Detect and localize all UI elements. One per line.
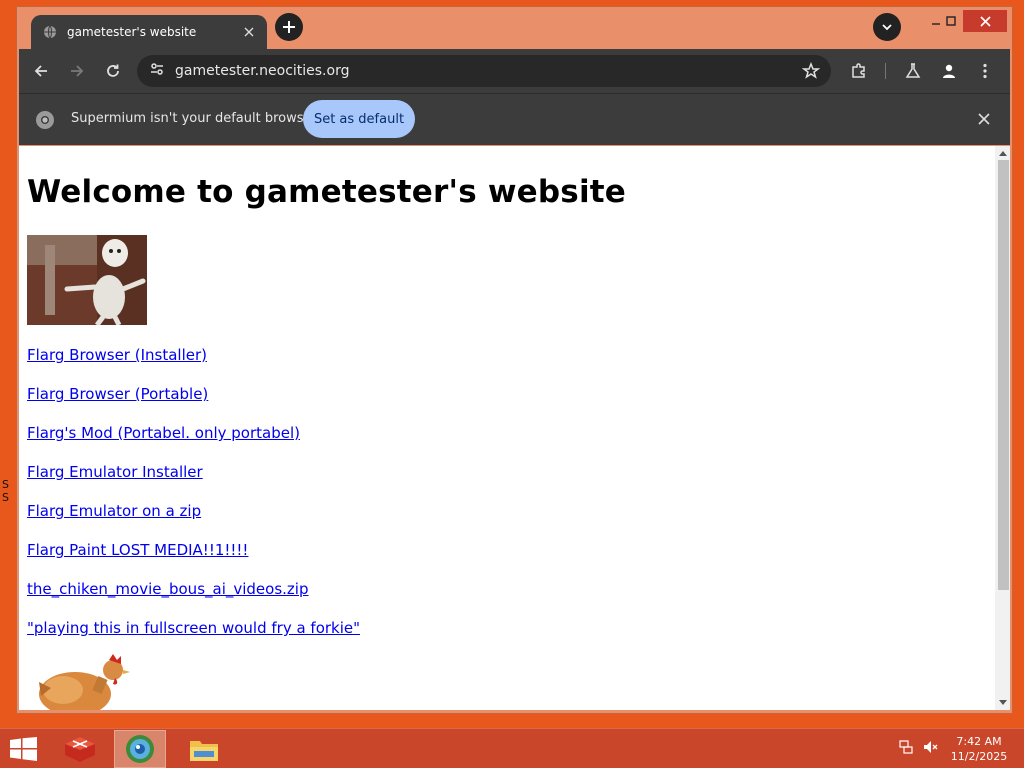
- reload-button[interactable]: [101, 59, 125, 83]
- taskbar-app-browser[interactable]: [114, 730, 166, 768]
- red-cube-icon: [65, 737, 95, 762]
- desktop-edge-text: S S: [2, 478, 9, 504]
- desktop-edge-char: S: [2, 491, 9, 504]
- set-as-default-button[interactable]: Set as default: [303, 100, 415, 138]
- taskbar-clock[interactable]: 7:42 AM 11/2/2025: [944, 734, 1014, 764]
- start-button[interactable]: [10, 737, 38, 761]
- taskbar-app-red-cube[interactable]: [54, 730, 106, 768]
- clock-date: 11/2/2025: [950, 750, 1008, 763]
- download-links: Flarg Browser (Installer) Flarg Browser …: [27, 346, 987, 658]
- link-flarg-paint[interactable]: Flarg Paint LOST MEDIA!!1!!!!: [27, 541, 987, 580]
- tab-close-icon[interactable]: [241, 24, 257, 40]
- profile-button[interactable]: [937, 59, 961, 83]
- link-chiken-movie-zip[interactable]: the_chiken_movie_bous_ai_videos.zip: [27, 580, 987, 619]
- maximize-button[interactable]: [938, 10, 964, 32]
- link-flargs-mod[interactable]: Flarg's Mod (Portabel. only portabel): [27, 424, 987, 463]
- close-icon: [979, 15, 991, 27]
- address-bar[interactable]: gametester.neocities.org: [137, 55, 831, 87]
- flask-icon: [905, 63, 921, 78]
- title-bar: gametester's website: [17, 7, 1012, 49]
- tab-active[interactable]: gametester's website: [31, 15, 267, 49]
- tab-search-button[interactable]: [873, 13, 901, 41]
- browser-globe-icon: [126, 735, 154, 763]
- maximize-icon: [946, 16, 956, 26]
- folder-icon: [190, 741, 218, 761]
- dancing-creature-image: [27, 235, 147, 325]
- close-window-button[interactable]: [963, 10, 1007, 32]
- person-icon: [943, 64, 955, 78]
- plus-icon: [283, 21, 295, 33]
- page-content: Welcome to gametester's website Flarg Br…: [27, 146, 987, 710]
- more-vertical-icon: [983, 63, 987, 79]
- infobar-message: Supermium isn't your default browser: [71, 111, 317, 126]
- new-tab-button[interactable]: [275, 13, 303, 41]
- clock-time: 7:42 AM: [956, 735, 1002, 748]
- speaker-muted-icon[interactable]: [922, 739, 938, 759]
- toolbar-separator: [885, 63, 886, 79]
- windows-logo-icon: [10, 737, 37, 761]
- network-icon[interactable]: [898, 739, 914, 759]
- default-browser-infobar: Supermium isn't your default browser Set…: [19, 93, 1010, 145]
- scroll-up-arrow-icon[interactable]: [995, 146, 1010, 160]
- arrow-left-icon: [34, 65, 47, 77]
- page-scrollbar[interactable]: [995, 146, 1010, 710]
- labs-button[interactable]: [901, 59, 925, 83]
- forward-button[interactable]: [65, 59, 89, 83]
- browser-logo-icon: [35, 110, 55, 130]
- taskbar-app-file-explorer[interactable]: [178, 730, 230, 768]
- taskbar: 7:42 AM 11/2/2025: [0, 728, 1024, 768]
- infobar-close-icon[interactable]: [973, 108, 995, 130]
- scroll-down-arrow-icon[interactable]: [995, 696, 1010, 710]
- scrollbar-thumb[interactable]: [998, 160, 1009, 590]
- globe-icon: [43, 25, 57, 39]
- page-viewport: Welcome to gametester's website Flarg Br…: [19, 146, 1010, 710]
- url-text[interactable]: gametester.neocities.org: [175, 63, 797, 79]
- tab-title: gametester's website: [67, 25, 197, 39]
- reload-icon: [107, 64, 119, 77]
- link-flarg-browser-installer[interactable]: Flarg Browser (Installer): [27, 346, 987, 385]
- puzzle-icon: [852, 63, 865, 78]
- chevron-down-icon: [882, 24, 892, 31]
- back-button[interactable]: [29, 59, 53, 83]
- link-flarg-emulator-installer[interactable]: Flarg Emulator Installer: [27, 463, 987, 502]
- link-flarg-emulator-zip[interactable]: Flarg Emulator on a zip: [27, 502, 987, 541]
- site-info-icon[interactable]: [149, 61, 165, 81]
- desktop-edge-char: S: [2, 478, 9, 491]
- browser-toolbar: gametester.neocities.org: [19, 49, 1010, 93]
- link-flarg-browser-portable[interactable]: Flarg Browser (Portable): [27, 385, 987, 424]
- bookmark-star-icon[interactable]: [797, 57, 825, 85]
- arrow-right-icon: [71, 65, 84, 77]
- browser-window: gametester's website gametester.neocitie…: [16, 6, 1013, 714]
- link-fullscreen-quote[interactable]: "playing this in fullscreen would fry a …: [27, 619, 987, 658]
- extensions-button[interactable]: [847, 59, 871, 83]
- chicken-image: [33, 652, 133, 710]
- menu-button[interactable]: [973, 59, 997, 83]
- system-tray: [898, 739, 938, 759]
- page-heading: Welcome to gametester's website: [27, 174, 627, 210]
